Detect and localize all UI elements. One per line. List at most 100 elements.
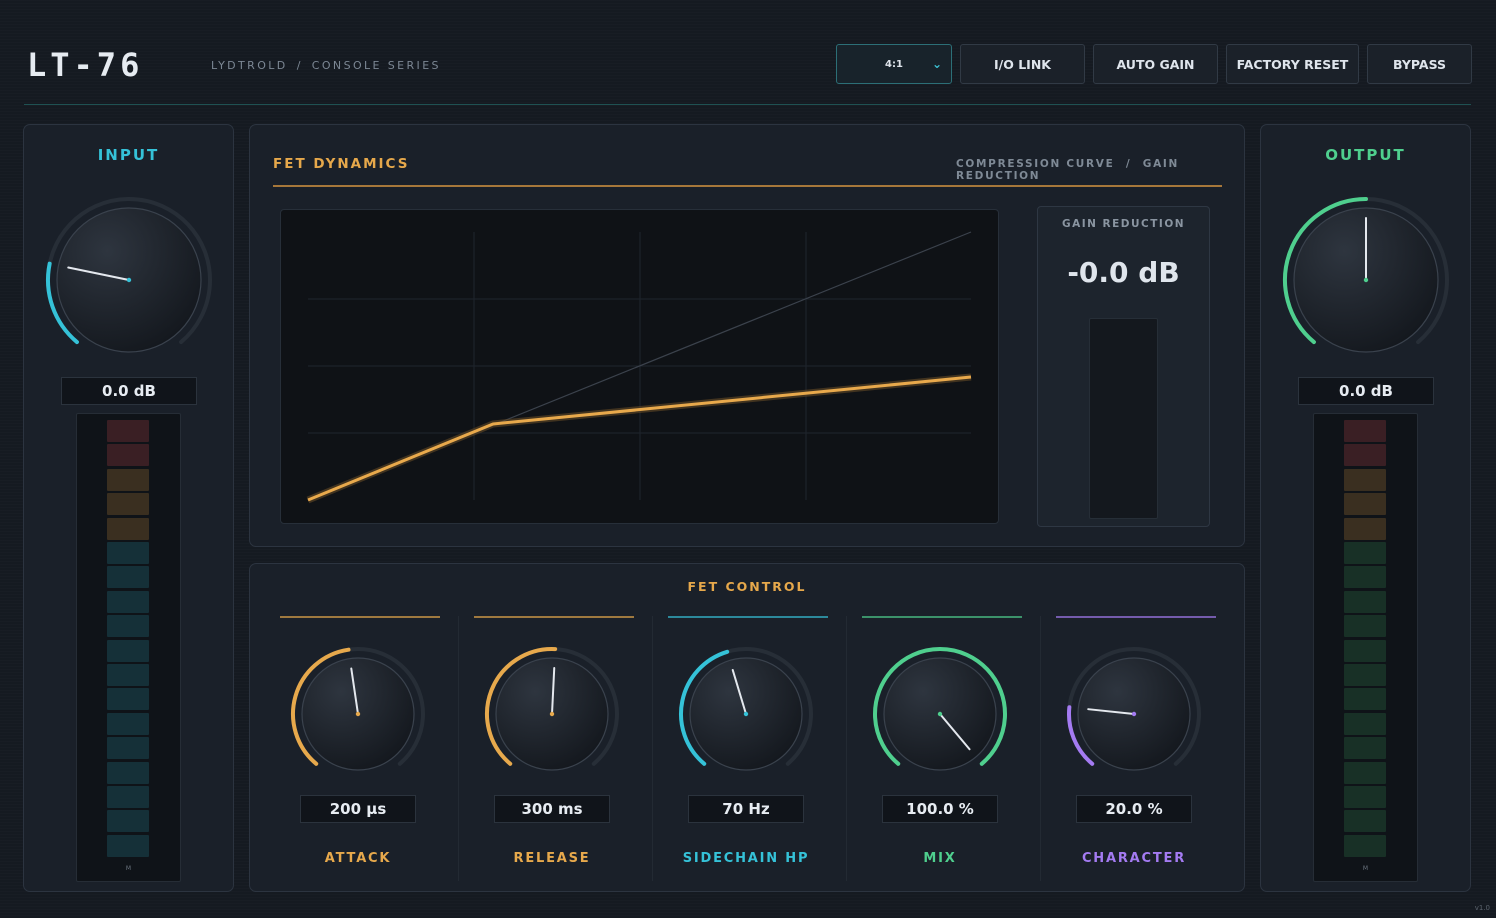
output-panel: OUTPUT 0.0 dB M (1260, 124, 1471, 892)
output-meter-segment (1344, 664, 1386, 686)
input-meter-segment (107, 761, 149, 784)
attack-control: 200 µs ATTACK (250, 564, 466, 891)
input-meter-segment (107, 615, 149, 638)
fet-control-panel: FET CONTROL 200 µs ATTACK 300 ms RELEASE… (249, 563, 1245, 892)
release-label: RELEASE (513, 851, 591, 866)
ratio-select-value: 4:1 (885, 58, 903, 70)
input-value-readout[interactable]: 0.0 dB (61, 377, 197, 405)
version-label: v1.0 (1474, 904, 1490, 912)
input-meter-label: M (125, 865, 132, 872)
series-name: CONSOLE SERIES (311, 59, 441, 72)
character-control: 20.0 % CHARACTER (1026, 564, 1242, 891)
input-title: INPUT (97, 146, 160, 164)
compression-curve-graph[interactable] (280, 209, 999, 524)
output-meter-segment (1344, 590, 1386, 613)
attack-knob[interactable] (288, 644, 428, 784)
release-accent-line (474, 616, 634, 618)
ratio-select[interactable]: 4:1 ⌄ (836, 44, 952, 84)
input-level-meter: M (76, 413, 181, 882)
output-meter-segment (1344, 566, 1386, 589)
output-meter-segment (1344, 444, 1386, 467)
character-knob-center-dot (1131, 711, 1137, 717)
dynamics-panel: FET DYNAMICS COMPRESSION CURVE / GAIN RE… (249, 124, 1245, 547)
attack-label: ATTACK (324, 851, 392, 866)
dynamics-title-underline (273, 185, 1222, 187)
input-meter-segment (107, 420, 149, 442)
sidechain-hp-accent-line (668, 616, 828, 618)
input-panel: INPUT 0.0 dB M (23, 124, 234, 892)
output-meter-segment (1344, 517, 1386, 540)
mix-control: 100.0 % MIX (832, 564, 1048, 891)
mix-knob[interactable] (870, 644, 1010, 784)
mix-accent-line (862, 616, 1022, 618)
breadcrumb-separator: / (296, 59, 303, 72)
input-meter-segment (107, 688, 149, 711)
sidechain-hp-label: SIDECHAIN HP (682, 851, 810, 866)
output-meter-segment (1344, 810, 1386, 833)
auto-gain-button[interactable]: AUTO GAIN (1093, 44, 1218, 84)
input-meter-segment (107, 493, 149, 516)
character-value-readout[interactable]: 20.0 % (1076, 795, 1192, 823)
factory-reset-button[interactable]: FACTORY RESET (1226, 44, 1359, 84)
input-meter-segment (107, 639, 149, 662)
output-knob-center-dot (1363, 277, 1369, 283)
gain-reduction-bar (1089, 318, 1158, 519)
subtitle-separator: / (1125, 158, 1132, 170)
sidechain-hp-knob-center-dot (743, 711, 749, 717)
dynamics-title: FET DYNAMICS (273, 156, 410, 172)
output-meter-segment (1344, 786, 1386, 808)
output-meter-segment (1344, 688, 1386, 711)
compression-curve-svg (306, 231, 972, 504)
attack-value-readout[interactable]: 200 µs (300, 795, 416, 823)
sidechain-hp-control: 70 Hz SIDECHAIN HP (638, 564, 854, 891)
plugin-logo: LT-76 (27, 46, 144, 84)
mix-label: MIX (923, 851, 957, 866)
attack-knob-center-dot (355, 711, 361, 717)
brand-name: LYDTROLD (211, 59, 288, 72)
output-meter-segment (1344, 493, 1386, 516)
release-knob-center-dot (549, 711, 555, 717)
io-link-button[interactable]: I/O LINK (960, 44, 1085, 84)
attack-accent-line (280, 616, 440, 618)
mix-knob-center-dot (937, 711, 943, 717)
sidechain-hp-knob[interactable] (676, 644, 816, 784)
output-meter-segment (1344, 542, 1386, 564)
input-meter-segment (107, 834, 149, 857)
output-meter-segment (1344, 468, 1386, 491)
input-meter-segment (107, 444, 149, 467)
input-gain-knob[interactable] (43, 194, 215, 366)
output-meter-label: M (1362, 865, 1369, 872)
brand-breadcrumb: LYDTROLD / CONSOLE SERIES (211, 59, 441, 72)
output-meter-segment (1344, 834, 1386, 857)
compression-curve-label: COMPRESSION CURVE (956, 158, 1115, 170)
release-control: 300 ms RELEASE (444, 564, 660, 891)
output-meter-segment (1344, 420, 1386, 442)
character-knob[interactable] (1064, 644, 1204, 784)
mix-value-readout[interactable]: 100.0 % (882, 795, 998, 823)
input-meter-segment (107, 712, 149, 735)
sidechain-hp-value-readout[interactable]: 70 Hz (688, 795, 804, 823)
release-knob[interactable] (482, 644, 622, 784)
gain-reduction-meter: GAIN REDUCTION -0.0 dB (1037, 206, 1210, 527)
header-divider (24, 104, 1471, 105)
gain-reduction-value: -0.0 dB (1067, 256, 1180, 289)
output-meter-segment (1344, 737, 1386, 760)
output-level-meter: M (1313, 413, 1418, 882)
release-value-readout[interactable]: 300 ms (494, 795, 610, 823)
input-meter-segment (107, 468, 149, 491)
gain-reduction-title: GAIN REDUCTION (1061, 218, 1186, 230)
bypass-button[interactable]: BYPASS (1367, 44, 1472, 84)
output-value-readout[interactable]: 0.0 dB (1298, 377, 1434, 405)
input-meter-segment (107, 566, 149, 589)
character-accent-line (1056, 616, 1216, 618)
input-meter-segment (107, 542, 149, 564)
character-label: CHARACTER (1081, 851, 1187, 866)
input-meter-segment (107, 664, 149, 686)
output-gain-knob[interactable] (1280, 194, 1452, 366)
input-meter-segment (107, 737, 149, 760)
output-title: OUTPUT (1325, 146, 1406, 164)
output-meter-segment (1344, 761, 1386, 784)
dynamics-subtitle: COMPRESSION CURVE / GAIN REDUCTION (956, 158, 1244, 182)
output-meter-segment (1344, 712, 1386, 735)
output-meter-segment (1344, 615, 1386, 638)
